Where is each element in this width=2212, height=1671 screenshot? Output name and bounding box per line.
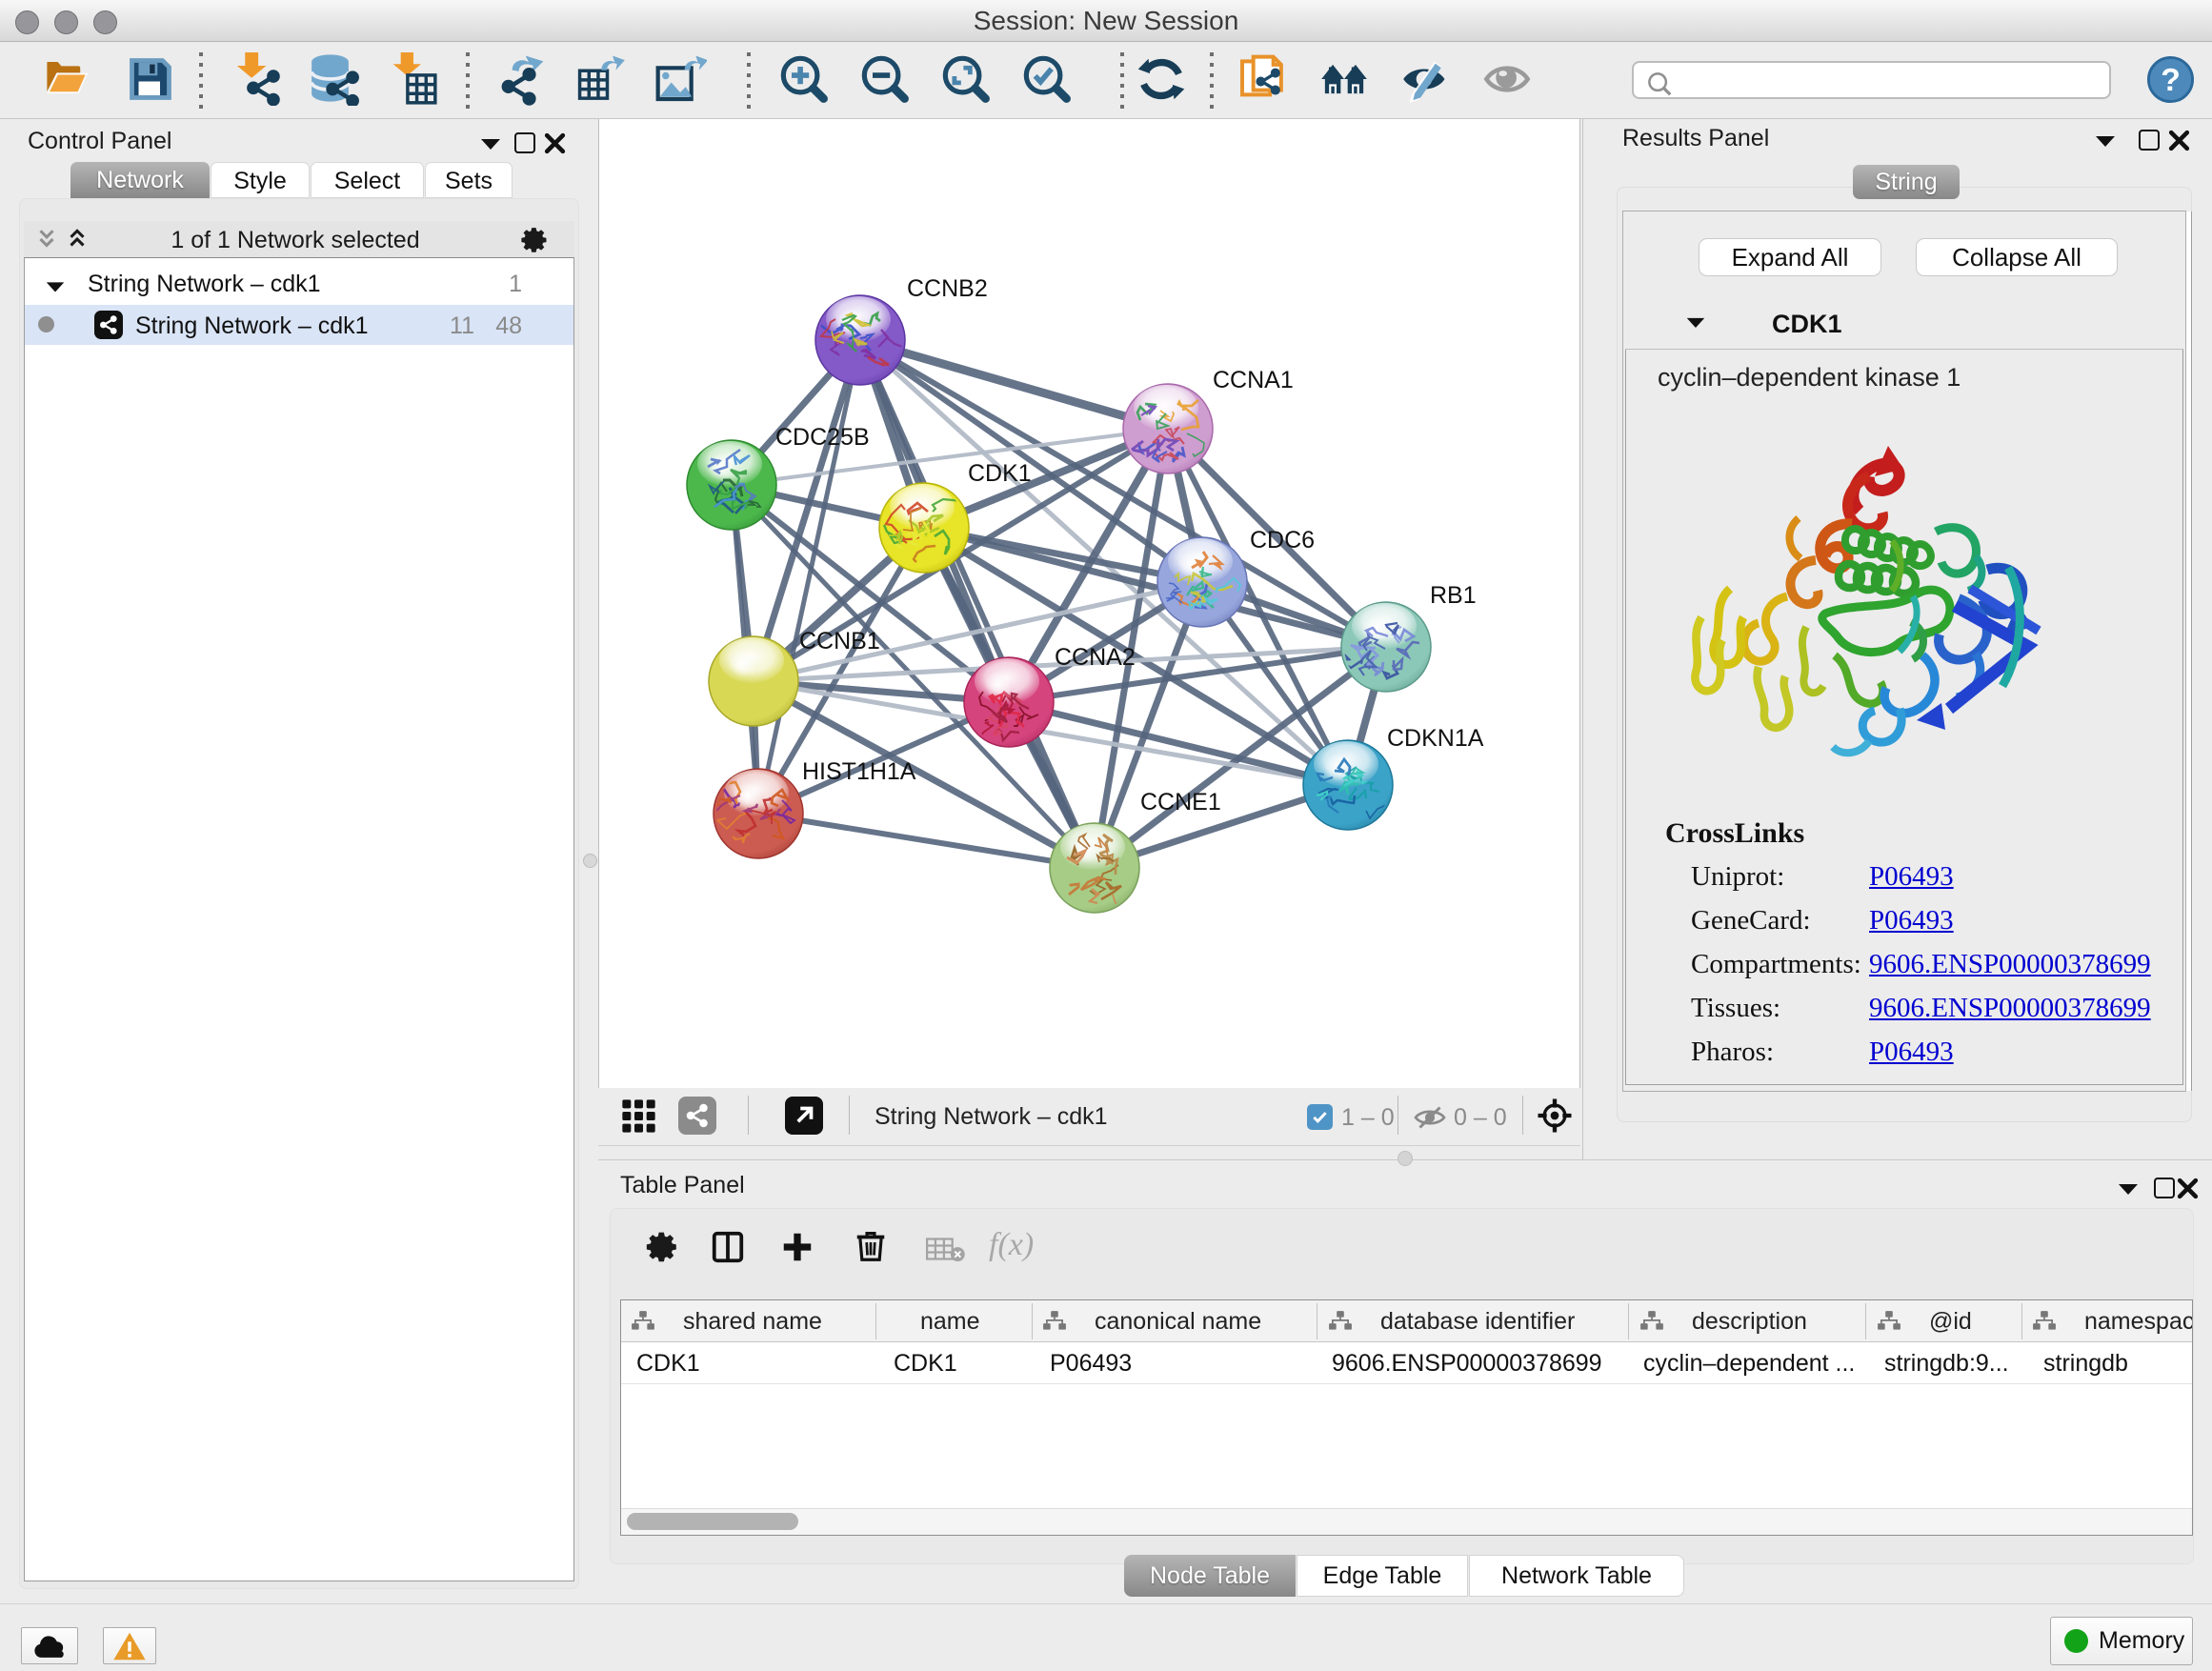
svg-text:CDC6: CDC6 (1250, 527, 1315, 554)
svg-text:CCNA2: CCNA2 (1055, 644, 1136, 671)
svg-text:RB1: RB1 (1430, 582, 1477, 609)
svg-text:CDK1: CDK1 (968, 460, 1032, 487)
svg-text:CCNE1: CCNE1 (1140, 789, 1221, 815)
svg-text:CDKN1A: CDKN1A (1387, 725, 1484, 752)
svg-text:CCNB2: CCNB2 (907, 275, 988, 302)
svg-text:CCNA1: CCNA1 (1213, 367, 1294, 393)
svg-text:CCNB1: CCNB1 (799, 628, 880, 654)
svg-text:HIST1H1A: HIST1H1A (802, 758, 916, 785)
svg-text:?: ? (2161, 63, 2181, 98)
svg-text:CDC25B: CDC25B (775, 424, 870, 451)
